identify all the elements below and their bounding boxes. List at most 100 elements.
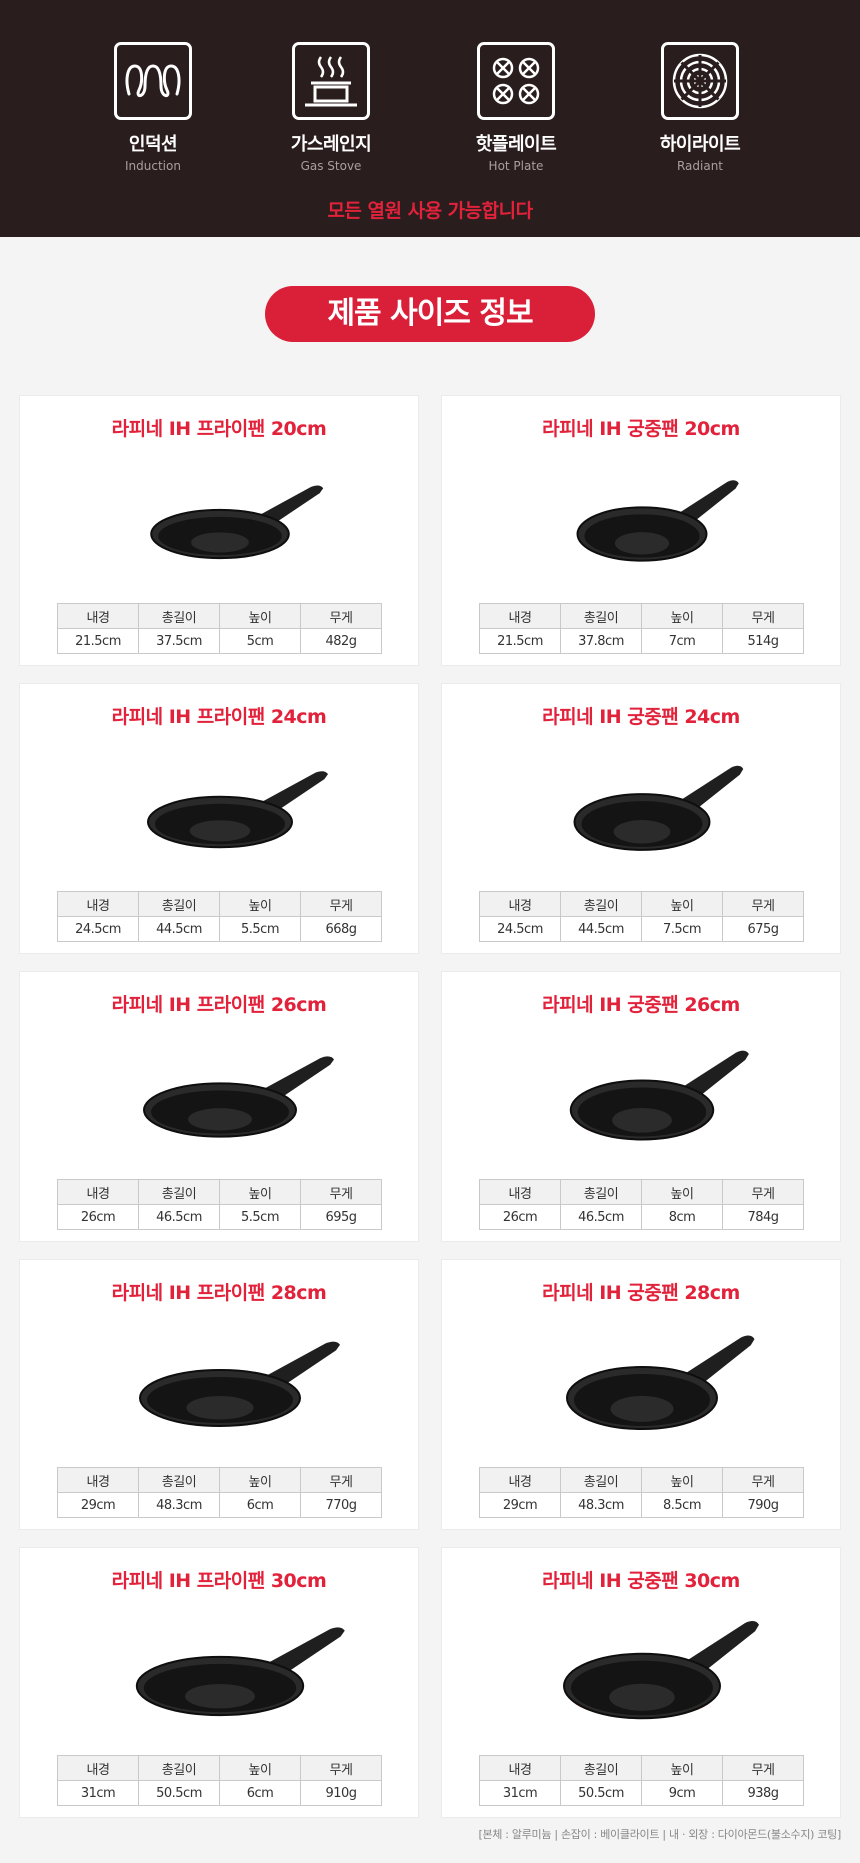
spec-header-row: 내경 총길이 높이 무게 [479, 1179, 804, 1205]
product-card: 라피네 IH 궁중팬 20cm 내경 총길이 높이 무게 21.5cm 37.8cm 7cm 5… [441, 395, 841, 666]
product-title: 라피네 IH 프라이팬 26cm [111, 994, 327, 1016]
fry-pan-image [20, 1026, 420, 1166]
spec-header-cell: 내경 [57, 603, 139, 629]
spec-value-cell: 695g [300, 1204, 382, 1230]
product-card: 라피네 IH 프라이팬 30cm 내경 총길이 높이 무게 31cm 50.5cm 6cm 91… [19, 1547, 419, 1818]
product-title: 라피네 IH 궁중팬 24cm [542, 706, 740, 728]
spec-value-row: 26cm 46.5cm 8cm 784g [479, 1204, 804, 1230]
wok-pan-image [442, 1602, 842, 1742]
spec-table: 내경 총길이 높이 무게 29cm 48.3cm 8.5cm 790g [479, 1467, 804, 1518]
spec-header-cell: 총길이 [138, 1467, 220, 1493]
spec-table: 내경 총길이 높이 무게 29cm 48.3cm 6cm 770g [57, 1467, 382, 1518]
spec-table: 내경 총길이 높이 무게 31cm 50.5cm 9cm 938g [479, 1755, 804, 1806]
spec-value-cell: 910g [300, 1780, 382, 1806]
spec-value-cell: 21.5cm [479, 628, 561, 654]
spec-value-row: 21.5cm 37.5cm 5cm 482g [57, 628, 382, 654]
product-title: 라피네 IH 궁중팬 28cm [542, 1282, 740, 1304]
spec-header-cell: 무게 [722, 891, 804, 917]
spec-header-row: 내경 총길이 높이 무게 [479, 1755, 804, 1781]
hot-plate-icon [477, 42, 555, 120]
spec-header-cell: 총길이 [560, 1755, 642, 1781]
spec-value-cell: 48.3cm [560, 1492, 642, 1518]
spec-header-cell: 무게 [300, 1755, 382, 1781]
spec-value-cell: 8.5cm [641, 1492, 723, 1518]
spec-value-row: 29cm 48.3cm 6cm 770g [57, 1492, 382, 1518]
spec-value-cell: 6cm [219, 1492, 301, 1518]
heat-source-label-ko: 인덕션 [128, 134, 178, 155]
spec-value-cell: 24.5cm [479, 916, 561, 942]
spec-value-cell: 668g [300, 916, 382, 942]
heat-source-label-en: Radiant [676, 159, 724, 173]
gas-stove-icon [292, 42, 370, 120]
spec-header-cell: 높이 [641, 1467, 723, 1493]
spec-header-row: 내경 총길이 높이 무게 [479, 891, 804, 917]
heat-source-banner: 인덕션 Induction 가스레인지 Gas Stove 핫플레이트 Hot … [0, 0, 860, 237]
spec-header-cell: 무게 [722, 1467, 804, 1493]
spec-value-cell: 31cm [479, 1780, 561, 1806]
spec-header-cell: 높이 [219, 1179, 301, 1205]
spec-value-cell: 514g [722, 628, 804, 654]
spec-header-cell: 내경 [479, 1755, 561, 1781]
product-title: 라피네 IH 궁중팬 26cm [542, 994, 740, 1016]
spec-header-cell: 총길이 [560, 1467, 642, 1493]
product-card: 라피네 IH 궁중팬 28cm 내경 총길이 높이 무게 29cm 48.3cm 8.5cm 7… [441, 1259, 841, 1530]
spec-value-cell: 482g [300, 628, 382, 654]
spec-table: 내경 총길이 높이 무게 26cm 46.5cm 5.5cm 695g [57, 1179, 382, 1230]
heat-source-gas-stove: 가스레인지 Gas Stove [251, 42, 411, 173]
fry-pan-image [20, 1314, 420, 1454]
spec-header-cell: 내경 [57, 1755, 139, 1781]
fry-pan-image [20, 738, 420, 878]
induction-icon [114, 42, 192, 120]
heat-source-radiant: 하이라이트 Radiant [620, 42, 780, 173]
spec-value-cell: 5.5cm [219, 916, 301, 942]
spec-header-row: 내경 총길이 높이 무게 [57, 1179, 382, 1205]
heat-source-label-ko: 핫플레이트 [475, 134, 557, 155]
spec-header-cell: 내경 [57, 1179, 139, 1205]
spec-value-row: 29cm 48.3cm 8.5cm 790g [479, 1492, 804, 1518]
spec-header-row: 내경 총길이 높이 무게 [479, 603, 804, 629]
spec-header-cell: 무게 [300, 1467, 382, 1493]
spec-header-cell: 총길이 [560, 891, 642, 917]
product-card: 라피네 IH 궁중팬 26cm 내경 총길이 높이 무게 26cm 46.5cm 8cm 784… [441, 971, 841, 1242]
spec-value-cell: 44.5cm [138, 916, 220, 942]
material-footnote: [본체 : 알루미늄 | 손잡이 : 베이클라이트 | 내 · 외장 : 다이아… [478, 1828, 841, 1841]
spec-header-cell: 총길이 [138, 1179, 220, 1205]
spec-header-cell: 높이 [219, 603, 301, 629]
spec-table: 내경 총길이 높이 무게 24.5cm 44.5cm 7.5cm 675g [479, 891, 804, 942]
spec-header-cell: 높이 [641, 891, 723, 917]
spec-value-cell: 46.5cm [560, 1204, 642, 1230]
heat-source-label-en: Induction [125, 159, 181, 173]
spec-value-cell: 26cm [57, 1204, 139, 1230]
heat-source-label-en: Hot Plate [488, 159, 544, 173]
spec-header-row: 내경 총길이 높이 무게 [57, 891, 382, 917]
spec-value-cell: 31cm [57, 1780, 139, 1806]
spec-header-cell: 높이 [219, 1755, 301, 1781]
product-card: 라피네 IH 궁중팬 30cm 내경 총길이 높이 무게 31cm 50.5cm 9cm 938… [441, 1547, 841, 1818]
heat-source-label-ko: 가스레인지 [290, 134, 372, 155]
spec-value-cell: 8cm [641, 1204, 723, 1230]
spec-value-cell: 938g [722, 1780, 804, 1806]
spec-value-cell: 9cm [641, 1780, 723, 1806]
spec-header-cell: 총길이 [560, 1179, 642, 1205]
product-title: 라피네 IH 프라이팬 30cm [111, 1570, 327, 1592]
spec-value-cell: 37.5cm [138, 628, 220, 654]
heat-source-induction: 인덕션 Induction [73, 42, 233, 173]
all-heat-sources-notice: 모든 열원 사용 가능합니다 [327, 200, 533, 222]
spec-table: 내경 총길이 높이 무게 21.5cm 37.5cm 5cm 482g [57, 603, 382, 654]
spec-header-cell: 내경 [57, 891, 139, 917]
spec-value-cell: 24.5cm [57, 916, 139, 942]
spec-header-cell: 무게 [722, 1755, 804, 1781]
spec-value-row: 26cm 46.5cm 5.5cm 695g [57, 1204, 382, 1230]
spec-header-cell: 무게 [300, 603, 382, 629]
spec-header-row: 내경 총길이 높이 무게 [57, 603, 382, 629]
product-title: 라피네 IH 프라이팬 28cm [111, 1282, 327, 1304]
heat-source-hot-plate: 핫플레이트 Hot Plate [436, 42, 596, 173]
spec-value-cell: 50.5cm [138, 1780, 220, 1806]
spec-value-cell: 29cm [479, 1492, 561, 1518]
section-title-size-info: 제품 사이즈 정보 [265, 286, 595, 342]
product-title: 라피네 IH 궁중팬 20cm [542, 418, 740, 440]
spec-header-cell: 내경 [479, 891, 561, 917]
spec-value-cell: 46.5cm [138, 1204, 220, 1230]
spec-table: 내경 총길이 높이 무게 24.5cm 44.5cm 5.5cm 668g [57, 891, 382, 942]
spec-value-cell: 29cm [57, 1492, 139, 1518]
